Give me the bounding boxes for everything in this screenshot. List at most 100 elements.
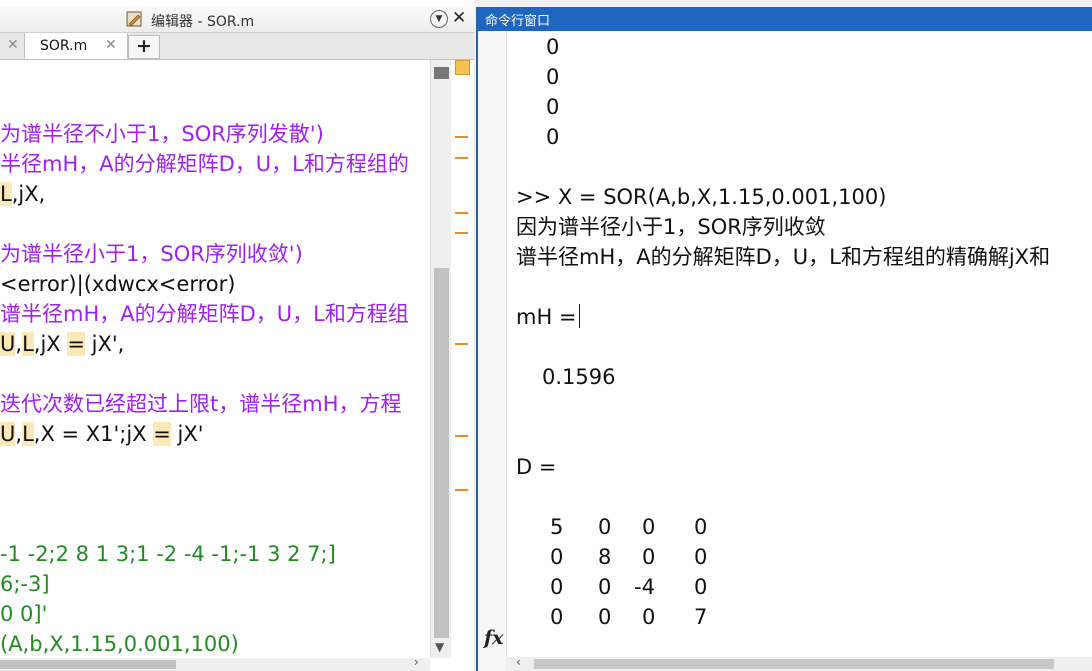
code-line: L,jX,	[0, 180, 45, 208]
scroll-right-icon[interactable]: ›	[414, 655, 419, 669]
tab-label: SOR.m	[40, 38, 88, 54]
output-value: 0	[546, 125, 560, 149]
matrix-cell: 0	[598, 515, 612, 539]
code-line: 0 0]'	[0, 600, 47, 628]
code-token: 6;-3]	[0, 572, 50, 596]
code-token: =	[153, 422, 171, 446]
code-line: 半径mH，A的分解矩阵D，U，L和方程组的	[0, 150, 409, 178]
matrix-cell: 0	[598, 605, 612, 629]
warning-marker[interactable]	[455, 232, 468, 234]
output-value: 0	[546, 65, 560, 89]
mh-label: mH =	[516, 303, 580, 331]
code-token: ,jX	[33, 332, 68, 356]
matrix-cell: 0	[694, 575, 708, 599]
matrix-cell: 0	[550, 545, 564, 569]
output-value: 0	[546, 95, 560, 119]
scroll-down-icon[interactable]: ▼	[435, 640, 444, 654]
editor-tabbar: ✕ SOR.m ✕ +	[0, 33, 474, 60]
code-token: U	[0, 332, 16, 356]
code-token: ,jX,	[11, 182, 46, 206]
code-line: U,L,jX = jX',	[0, 330, 124, 358]
warning-marker[interactable]	[455, 435, 468, 437]
code-token: 0 0]'	[0, 602, 48, 626]
fx-icon[interactable]: fx	[484, 627, 504, 649]
code-line: -1 -2;2 8 1 3;1 -2 -4 -1;-1 3 2 7;]	[0, 540, 336, 568]
editor-icon	[126, 11, 142, 27]
code-token: <error)|(xdwcx<error)	[0, 272, 236, 296]
editor-panel: 编辑器 - SOR.m ▼ ✕ ✕ SOR.m ✕ + 为谱半径不小于1，SOR…	[0, 0, 474, 671]
editor-horizontal-scrollbar[interactable]: ›	[0, 655, 430, 671]
code-line: U,L,X = X1';jX = jX'	[0, 420, 204, 448]
matrix-cell: 0	[550, 605, 564, 629]
matrix-cell: 0	[550, 575, 564, 599]
code-line: 为谱半径小于1，SOR序列收敛')	[0, 240, 303, 268]
panel-menu-icon[interactable]: ▼	[430, 10, 448, 28]
matrix-cell: -4	[634, 575, 655, 599]
code-token: ,X = X1';jX	[33, 422, 154, 446]
scroll-top-marker	[434, 67, 449, 79]
code-token: U	[0, 422, 16, 446]
close-tab-icon[interactable]: ✕	[7, 37, 19, 53]
code-line: 谱半径mH，A的分解矩阵D，U，L和方程组	[0, 300, 409, 328]
code-token: (A,b,X,1.15,0.001,100)	[0, 632, 239, 656]
code-token: 半径mH，A的分解矩阵D，U，L和方程组的	[0, 152, 409, 176]
new-tab-button[interactable]: +	[128, 35, 160, 59]
code-line: 迭代次数已经超过上限t，谱半径mH，方程	[0, 390, 401, 418]
editor-vertical-scrollbar[interactable]: ▼	[430, 60, 452, 658]
code-token: 谱半径mH，A的分解矩阵D，U，L和方程组	[0, 302, 409, 326]
command-gutter: fx	[478, 31, 507, 671]
matrix-cell: 8	[598, 545, 612, 569]
output-message: 谱半径mH，A的分解矩阵D，U，L和方程组的精确解jX和	[516, 245, 1051, 269]
warning-marker[interactable]	[455, 212, 468, 214]
close-tab-icon[interactable]: ✕	[105, 37, 117, 53]
code-area[interactable]: 为谱半径不小于1，SOR序列发散') 半径mH，A的分解矩阵D，U，L和方程组的 L…	[0, 60, 430, 658]
command-line: >> X = SOR(A,b,X,1.15,0.001,100)	[516, 185, 887, 209]
scroll-left-icon[interactable]: ‹	[516, 655, 521, 669]
mh-label-text: mH =	[516, 305, 577, 329]
code-token: -1 -2;2 8 1 3;1 -2 -4 -1;-1 3 2 7;]	[0, 542, 336, 566]
command-window-title: 命令行窗口	[485, 14, 551, 29]
analyzer-status-icon[interactable]	[455, 60, 470, 75]
warning-marker[interactable]	[455, 489, 468, 491]
code-line: (A,b,X,1.15,0.001,100)	[0, 630, 239, 658]
d-label: D =	[516, 455, 557, 479]
code-token: 迭代次数已经超过上限t，谱半径mH，方程	[0, 392, 402, 416]
warning-marker[interactable]	[455, 136, 468, 138]
code-token: jX'	[170, 422, 204, 446]
matrix-cell: 7	[694, 605, 708, 629]
command-output[interactable]: 0 0 0 0 >> X = SOR(A,b,X,1.15,0.001,100)…	[506, 31, 1092, 655]
code-token: jX',	[84, 332, 125, 356]
scrollbar-thumb[interactable]	[534, 659, 1054, 669]
code-token: =	[67, 332, 85, 356]
close-editor-icon[interactable]: ✕	[452, 8, 466, 28]
code-token: L	[22, 332, 34, 356]
matrix-cell: 0	[694, 545, 708, 569]
code-token: L	[22, 422, 34, 446]
code-token: L	[0, 182, 12, 206]
matrix-cell: 0	[598, 575, 612, 599]
matrix-cell: 0	[642, 605, 656, 629]
warning-marker[interactable]	[455, 157, 468, 159]
mh-value: 0.1596	[542, 365, 616, 389]
code-token: 为谱半径不小于1，SOR序列发散')	[0, 122, 324, 146]
tab-sor-m[interactable]: SOR.m ✕	[24, 33, 128, 59]
command-window: 命令行窗口 fx 0 0 0 0 >> X = SOR(A,b,X,1.15,0…	[476, 7, 1092, 671]
code-line: 6;-3]	[0, 570, 50, 598]
matrix-cell: 0	[642, 515, 656, 539]
warning-marker[interactable]	[455, 343, 468, 345]
matrix-cell: 0	[642, 545, 656, 569]
editor-title: 编辑器 - SOR.m	[151, 14, 255, 30]
scrollbar-thumb[interactable]	[0, 660, 176, 669]
output-message: 因为谱半径小于1，SOR序列收敛	[516, 215, 826, 239]
editor-titlebar: 编辑器 - SOR.m ▼ ✕	[0, 7, 474, 33]
command-window-titlebar: 命令行窗口	[478, 7, 1092, 31]
code-line: <error)|(xdwcx<error)	[0, 270, 235, 298]
code-line: 为谱半径不小于1，SOR序列发散')	[0, 120, 324, 148]
matrix-cell: 5	[550, 515, 564, 539]
code-token: 为谱半径小于1，SOR序列收敛')	[0, 242, 303, 266]
code-analyzer-column	[451, 60, 472, 658]
command-horizontal-scrollbar[interactable]: ‹	[506, 655, 1092, 671]
scrollbar-thumb[interactable]	[434, 268, 449, 638]
output-value: 0	[546, 35, 560, 59]
text-cursor	[578, 304, 580, 328]
